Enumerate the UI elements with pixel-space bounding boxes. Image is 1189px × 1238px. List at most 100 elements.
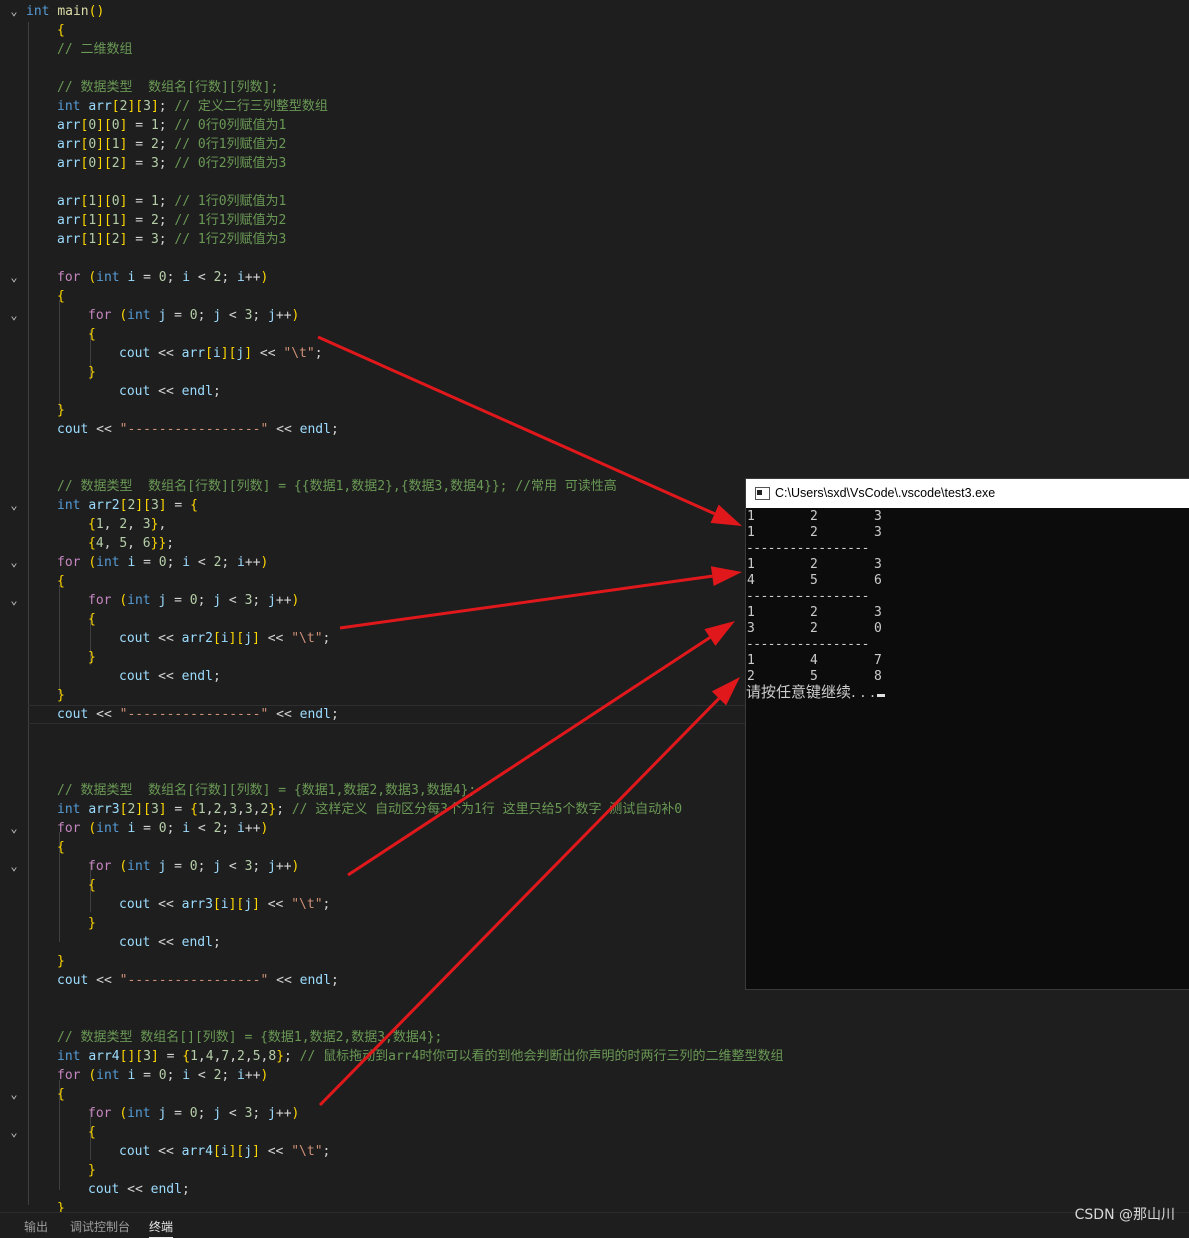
code-text: // 数据类型 数组名[行数][列数] = {数据1,数据2,数据3,数据4}; [57,783,477,798]
code-line[interactable]: int arr[2][3]; // 定义二行三列整型数组 [0,97,1189,116]
console-value: 5 [810,573,818,588]
code-line[interactable] [0,59,1189,78]
code-text: } [57,688,65,703]
code-text: cout << arr[i][j] << "\t"; [119,346,323,361]
console-value: 3 [874,605,882,620]
code-text: // 数据类型 数组名[行数][列数]; [57,80,279,95]
code-line[interactable] [0,458,1189,477]
code-line[interactable]: for (int i = 0; i < 2; i++) [0,1066,1189,1085]
console-window[interactable]: C:\Users\sxd\VsCode\.vscode\test3.exe 1 2… [746,479,1189,989]
code-text: { [88,1125,96,1140]
console-value: 1 [747,605,755,620]
code-line[interactable]: } [0,1161,1189,1180]
console-value: 1 [747,653,755,668]
code-text: for (int j = 0; j < 3; j++) [88,1106,300,1121]
code-text: } [88,916,96,931]
code-line[interactable]: arr[1][1] = 2; // 1行1列赋值为2 [0,211,1189,230]
code-text: { [88,878,96,893]
code-line[interactable]: cout << "-----------------" << endl; [0,420,1189,439]
code-text: arr[1][0] = 1; // 1行0列赋值为1 [57,194,287,209]
console-value: 3 [874,509,882,524]
code-text: cout << endl; [119,384,221,399]
code-line[interactable]: // 二维数组 [0,40,1189,59]
code-line[interactable]: for (int i = 0; i < 2; i++) [0,268,1189,287]
code-line[interactable]: { [0,1123,1189,1142]
code-line[interactable]: cout << endl; [0,1180,1189,1199]
code-text: for (int i = 0; i < 2; i++) [57,1068,269,1083]
console-output-row: 1 4 7 [746,653,946,669]
code-text: cout << "-----------------" << endl; [57,707,339,722]
code-text: for (int i = 0; i < 2; i++) [57,270,269,285]
console-value: 1 [747,525,755,540]
console-output-row: 4 5 6 [746,573,946,589]
tab-output[interactable]: 输出 [24,1218,48,1235]
code-text: { [57,574,65,589]
code-line[interactable]: { [0,287,1189,306]
code-text: // 数据类型 数组名[行数][列数] = {{数据1,数据2},{数据3,数据… [57,479,617,494]
code-text: {1, 2, 3}, [88,517,167,532]
console-titlebar[interactable]: C:\Users\sxd\VsCode\.vscode\test3.exe [746,479,1189,508]
code-text: cout << arr3[i][j] << "\t"; [119,897,331,912]
console-value: 1 [747,509,755,524]
code-text: } [57,1201,65,1212]
code-line[interactable]: arr[1][2] = 3; // 1行2列赋值为3 [0,230,1189,249]
code-line[interactable]: arr[0][2] = 3; // 0行2列赋值为3 [0,154,1189,173]
code-line[interactable]: for (int j = 0; j < 3; j++) [0,1104,1189,1123]
console-value: 0 [874,621,882,636]
code-text: cout << "-----------------" << endl; [57,422,339,437]
code-line[interactable]: { [0,21,1189,40]
code-text: { [57,23,65,38]
code-line[interactable]: // 数据类型 数组名[行数][列数]; [0,78,1189,97]
code-text: { [57,1087,65,1102]
code-line[interactable]: cout << arr4[i][j] << "\t"; [0,1142,1189,1161]
code-text: { [88,327,96,342]
code-line[interactable]: cout << arr[i][j] << "\t"; [0,344,1189,363]
code-text: {4, 5, 6}}; [88,536,175,551]
code-line[interactable]: { [0,325,1189,344]
code-line[interactable]: int arr4[][3] = {1,4,7,2,5,8}; // 鼠标拖动到a… [0,1047,1189,1066]
code-text: for (int j = 0; j < 3; j++) [88,308,300,323]
code-line[interactable] [0,1009,1189,1028]
code-line[interactable]: } [0,1199,1189,1212]
code-text: for (int i = 0; i < 2; i++) [57,555,269,570]
console-value: 3 [874,557,882,572]
console-value: 2 [810,621,818,636]
tab-terminal[interactable]: 终端 [149,1218,174,1238]
code-line[interactable]: } [0,401,1189,420]
code-line[interactable] [0,990,1189,1009]
code-line[interactable]: arr[1][0] = 1; // 1行0列赋值为1 [0,192,1189,211]
console-value: 6 [874,573,882,588]
code-line[interactable]: cout << endl; [0,382,1189,401]
code-text: arr[0][0] = 1; // 0行0列赋值为1 [57,118,287,133]
console-separator: ----------------- [746,637,869,652]
code-line[interactable] [0,249,1189,268]
console-prompt-text: 请按任意键继续. . . [746,683,875,701]
code-line[interactable]: for (int j = 0; j < 3; j++) [0,306,1189,325]
code-text: arr[0][1] = 2; // 0行1列赋值为2 [57,137,287,152]
console-value: 2 [810,525,818,540]
code-line[interactable]: { [0,1085,1189,1104]
tab-debug-console[interactable]: 调试控制台 [70,1218,130,1235]
console-value: 4 [810,653,818,668]
code-text: } [57,954,65,969]
code-text: arr[1][1] = 2; // 1行1列赋值为2 [57,213,287,228]
code-text: cout << endl; [88,1182,190,1197]
console-cursor [876,694,885,697]
code-line[interactable] [0,439,1189,458]
code-line[interactable]: arr[0][0] = 1; // 0行0列赋值为1 [0,116,1189,135]
code-line[interactable]: } [0,363,1189,382]
console-app-icon [755,487,770,500]
code-line[interactable]: // 数据类型 数组名[][列数] = {数据1,数据2,数据3,数据4}; [0,1028,1189,1047]
code-text: { [57,289,65,304]
code-line[interactable]: int main() [0,2,1189,21]
code-line[interactable] [0,173,1189,192]
code-text: } [88,650,96,665]
console-value: 1 [747,557,755,572]
code-text: cout << arr2[i][j] << "\t"; [119,631,331,646]
code-text: cout << "-----------------" << endl; [57,973,339,988]
code-line[interactable]: arr[0][1] = 2; // 0行1列赋值为2 [0,135,1189,154]
code-text: int arr4[][3] = {1,4,7,2,5,8}; // 鼠标拖动到a… [57,1049,784,1064]
console-value: 7 [874,653,882,668]
code-text: // 二维数组 [57,42,133,57]
console-output-row: 1 2 3 [746,525,946,541]
